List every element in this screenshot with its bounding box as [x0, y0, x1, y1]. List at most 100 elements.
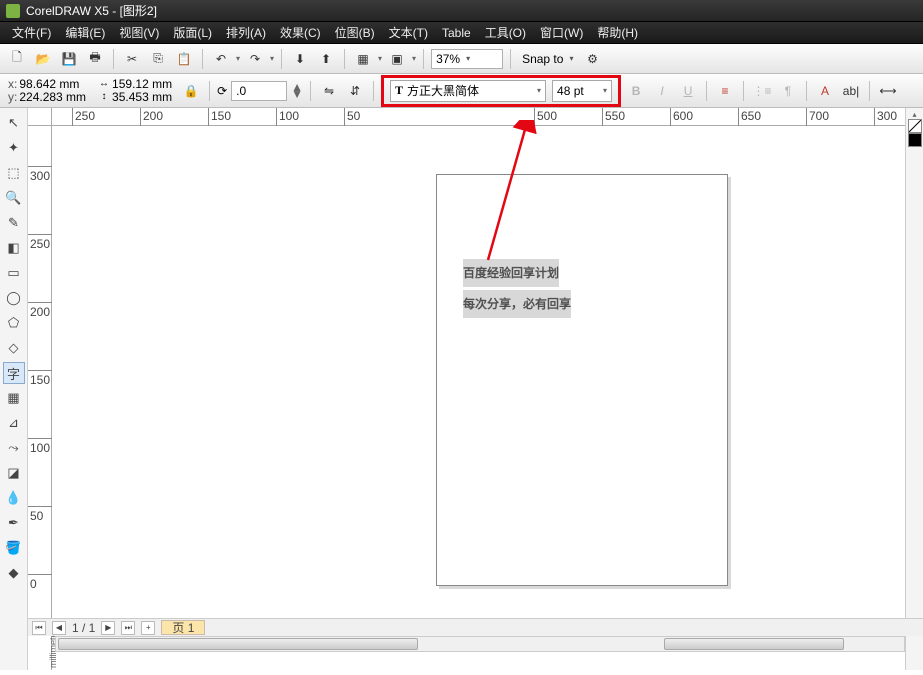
last-page-button[interactable]: ⏭: [121, 621, 135, 635]
scroll-thumb[interactable]: [58, 638, 418, 650]
bullet-button[interactable]: ⋮≡: [751, 80, 773, 102]
basic-shapes-tool[interactable]: ◇: [3, 337, 25, 359]
snap-dropdown[interactable]: Snap to ▾: [518, 49, 577, 69]
text-direction-button[interactable]: ⟷: [877, 80, 899, 102]
crop-tool[interactable]: ⬚: [3, 162, 25, 184]
launcher-dropdown-icon[interactable]: ▾: [378, 54, 382, 63]
ruler-origin[interactable]: [28, 108, 52, 126]
options-button[interactable]: ⚙: [581, 48, 603, 70]
welcome-button[interactable]: ▣: [386, 48, 408, 70]
next-page-button[interactable]: ▶: [101, 621, 115, 635]
no-color-swatch[interactable]: [908, 119, 922, 133]
save-button[interactable]: 💾: [58, 48, 80, 70]
align-button[interactable]: ≡: [714, 80, 736, 102]
menu-edit[interactable]: 编辑(E): [65, 24, 105, 41]
palette-scroll-up[interactable]: ▴: [912, 110, 916, 119]
pick-tool[interactable]: ↖: [3, 112, 25, 134]
underline-button[interactable]: U: [677, 80, 699, 102]
text-tool[interactable]: 字: [3, 362, 25, 384]
copy-button[interactable]: ⎘: [147, 48, 169, 70]
color-palette: ▴: [905, 108, 923, 670]
polygon-tool[interactable]: ⬠: [3, 312, 25, 334]
ellipse-tool[interactable]: ◯: [3, 287, 25, 309]
interactive-tool[interactable]: ◪: [3, 462, 25, 484]
menu-effects[interactable]: 效果(C): [280, 24, 321, 41]
edit-text-button[interactable]: ab|: [840, 80, 862, 102]
char-format-button[interactable]: A: [814, 80, 836, 102]
rotation-value: .0: [236, 84, 246, 98]
menu-text[interactable]: 文本(T): [389, 24, 428, 41]
outline-tool[interactable]: ✒: [3, 512, 25, 534]
size-display: ↔159.12 mm ↕35.453 mm: [94, 78, 176, 103]
dimension-tool[interactable]: ⊿: [3, 412, 25, 434]
menu-window[interactable]: 窗口(W): [540, 24, 583, 41]
freehand-tool[interactable]: ✎: [3, 212, 25, 234]
prev-page-button[interactable]: ◀: [52, 621, 66, 635]
rotation-spinner[interactable]: ▲▼: [291, 84, 303, 98]
undo-dropdown-icon[interactable]: ▾: [236, 54, 240, 63]
print-button[interactable]: 🖶: [84, 48, 106, 70]
launcher-button[interactable]: ▦: [352, 48, 374, 70]
bold-button[interactable]: B: [625, 80, 647, 102]
separator: [209, 81, 210, 101]
shape-tool[interactable]: ✦: [3, 137, 25, 159]
menu-table[interactable]: Table: [442, 26, 471, 40]
first-page-button[interactable]: ⏮: [32, 621, 46, 635]
app-icon: [6, 4, 20, 18]
dropcap-button[interactable]: ¶: [777, 80, 799, 102]
horizontal-ruler[interactable]: 250 200 150 100 50 500 550 600 650 700 3…: [52, 108, 923, 126]
zoom-tool[interactable]: 🔍: [3, 187, 25, 209]
canvas-area[interactable]: 250 200 150 100 50 500 550 600 650 700 3…: [28, 108, 923, 670]
mirror-v-button[interactable]: ⇵: [344, 80, 366, 102]
menu-bar: 文件(F) 编辑(E) 视图(V) 版面(L) 排列(A) 效果(C) 位图(B…: [0, 22, 923, 44]
welcome-dropdown-icon[interactable]: ▾: [412, 54, 416, 63]
redo-button[interactable]: ↷: [244, 48, 266, 70]
menu-tools[interactable]: 工具(O): [485, 24, 526, 41]
export-button[interactable]: ⬆: [315, 48, 337, 70]
redo-dropdown-icon[interactable]: ▾: [270, 54, 274, 63]
font-family-value: 方正大黑简体: [407, 82, 537, 99]
menu-bitmaps[interactable]: 位图(B): [335, 24, 375, 41]
separator: [281, 49, 282, 69]
smart-fill-tool[interactable]: ◧: [3, 237, 25, 259]
interactive-fill-tool[interactable]: ◆: [3, 562, 25, 584]
mirror-h-button[interactable]: ⇋: [318, 80, 340, 102]
rectangle-tool[interactable]: ▭: [3, 262, 25, 284]
new-button[interactable]: 🗋: [6, 48, 28, 70]
vertical-ruler[interactable]: 300 250 200 150 100 50 0: [28, 126, 52, 670]
menu-help[interactable]: 帮助(H): [597, 24, 638, 41]
eyedropper-tool[interactable]: 💧: [3, 487, 25, 509]
fill-tool[interactable]: 🪣: [3, 537, 25, 559]
undo-button[interactable]: ↶: [210, 48, 232, 70]
artistic-text-object[interactable]: 百度经验回享计划 每次分享，必有回享: [463, 256, 571, 318]
font-family-dropdown[interactable]: T 方正大黑简体 ▾: [390, 80, 546, 102]
zoom-dropdown[interactable]: 37% ▾: [431, 49, 503, 69]
menu-file[interactable]: 文件(F): [12, 24, 51, 41]
snap-label: Snap to: [522, 52, 563, 66]
separator: [706, 81, 707, 101]
paste-button[interactable]: 📋: [173, 48, 195, 70]
table-tool[interactable]: ▦: [3, 387, 25, 409]
connector-tool[interactable]: ⤳: [3, 437, 25, 459]
page-tab[interactable]: 页 1: [161, 620, 205, 635]
import-button[interactable]: ⬇: [289, 48, 311, 70]
chevron-down-icon: ▾: [569, 54, 573, 63]
separator: [202, 49, 203, 69]
scroll-thumb[interactable]: [664, 638, 844, 650]
title-bar: CorelDRAW X5 - [图形2]: [0, 0, 923, 22]
lock-ratio-button[interactable]: 🔒: [180, 80, 202, 102]
rotation-field[interactable]: .0: [231, 81, 287, 101]
color-swatch[interactable]: [908, 133, 922, 147]
rotation-icon: ⟳: [217, 84, 227, 98]
open-button[interactable]: 📂: [32, 48, 54, 70]
cut-button[interactable]: ✂: [121, 48, 143, 70]
chevron-down-icon: ▾: [466, 54, 470, 63]
italic-button[interactable]: I: [651, 80, 673, 102]
menu-view[interactable]: 视图(V): [119, 24, 159, 41]
horizontal-scrollbar[interactable]: [55, 636, 905, 652]
toolbox: ↖ ✦ ⬚ 🔍 ✎ ◧ ▭ ◯ ⬠ ◇ 字 ▦ ⊿ ⤳ ◪ 💧 ✒ 🪣 ◆: [0, 108, 28, 670]
menu-layout[interactable]: 版面(L): [173, 24, 212, 41]
menu-arrange[interactable]: 排列(A): [226, 24, 266, 41]
add-page-button[interactable]: +: [141, 621, 155, 635]
font-size-dropdown[interactable]: 48 pt ▾: [552, 80, 612, 102]
